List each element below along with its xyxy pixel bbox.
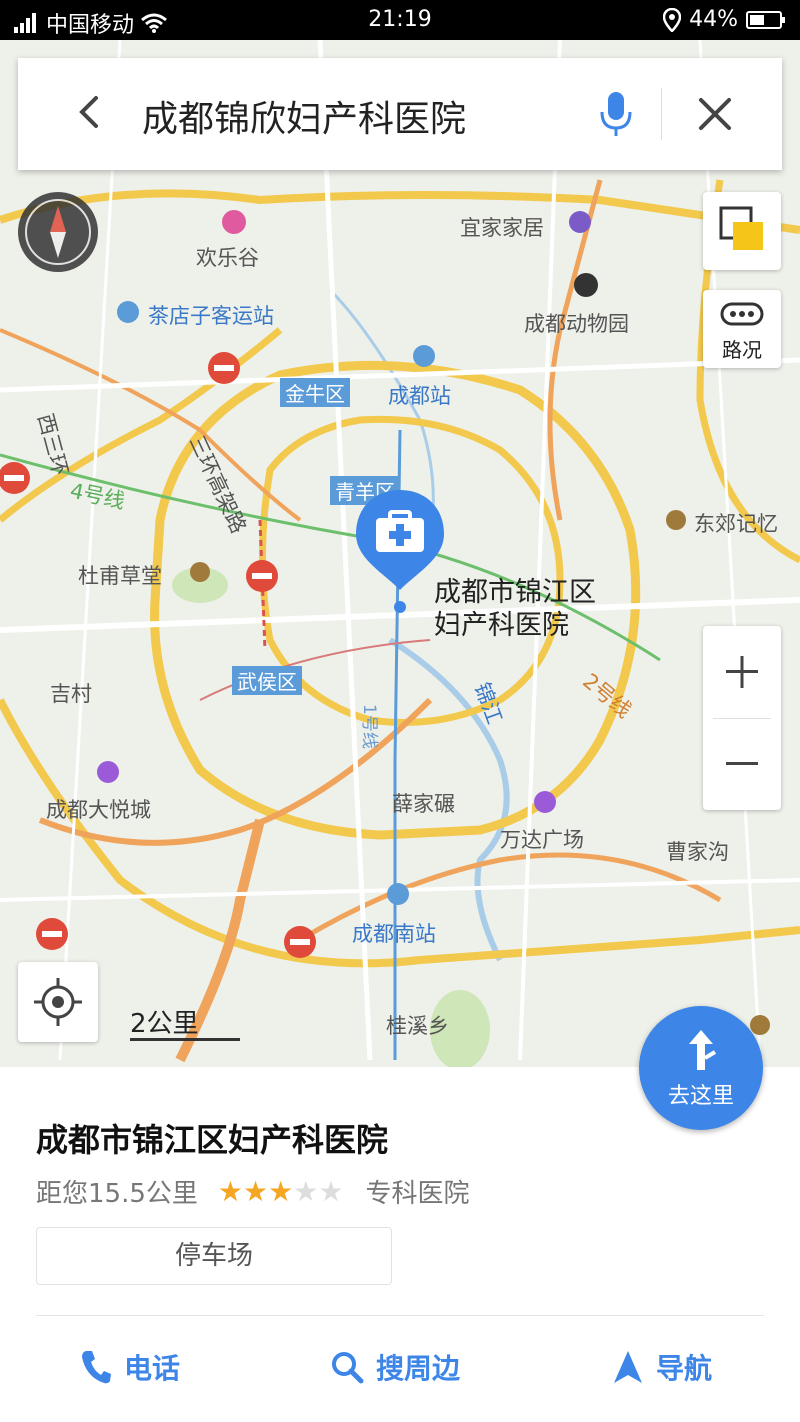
- traffic-label: 路况: [722, 338, 762, 362]
- map-label-dayuecheng: 成都大悦城: [46, 798, 151, 822]
- compass-button[interactable]: [18, 192, 98, 272]
- map-label-wanda: 万达广场: [500, 828, 584, 852]
- traffic-button[interactable]: 路况: [703, 290, 781, 368]
- search-nearby-label: 搜周边: [376, 1352, 461, 1385]
- map-label-caojiagou: 曹家沟: [666, 840, 729, 864]
- map-label-guixixiang: 桂溪乡: [386, 1014, 449, 1038]
- pin-label-line1: 成都市锦江区: [434, 577, 596, 608]
- map-label-jicun: 吉村: [50, 682, 92, 706]
- battery-icon: [746, 10, 785, 29]
- map-label-jinniu: 金牛区: [280, 378, 350, 407]
- star-empty-icon: ★: [318, 1174, 344, 1208]
- battery-percent: 44%: [689, 7, 738, 32]
- close-icon[interactable]: [695, 94, 735, 134]
- search-query[interactable]: 成都锦欣妇产科医院: [142, 90, 466, 142]
- search-separator: [661, 88, 662, 140]
- map-label-zoo: 成都动物园: [524, 312, 629, 336]
- pin-label-line2: 妇产科医院: [434, 610, 569, 641]
- star-filled-icon: ★: [268, 1174, 294, 1208]
- route-arrow-icon: [689, 1030, 717, 1070]
- star-filled-icon: ★: [243, 1174, 269, 1208]
- crosshair-icon: [34, 978, 82, 1026]
- map-label-wuhou: 武侯区: [232, 666, 302, 695]
- parking-tag-button[interactable]: 停车场: [36, 1227, 392, 1285]
- call-label: 电话: [124, 1352, 181, 1385]
- star-empty-icon: ★: [293, 1174, 319, 1208]
- sheet-divider: [36, 1315, 764, 1316]
- map-label-yijiajiaju: 宜家家居: [460, 216, 544, 240]
- go-here-label: 去这里: [667, 1084, 734, 1109]
- microphone-icon[interactable]: [594, 90, 638, 138]
- poi-rating: ★ ★ ★ ★ ★: [217, 1174, 344, 1208]
- go-here-button[interactable]: 去这里: [639, 1006, 763, 1130]
- compass-icon: [25, 199, 91, 265]
- search-nearby-button[interactable]: 搜周边: [330, 1339, 460, 1395]
- map-label-dongjiao: 东郊记忆: [694, 512, 778, 536]
- layers-button[interactable]: [703, 192, 781, 270]
- poi-meta: 距您15.5公里 ★ ★ ★ ★ ★ 专科医院: [36, 1173, 469, 1210]
- locate-me-button[interactable]: [18, 962, 98, 1042]
- zoom-out-button[interactable]: [703, 718, 781, 810]
- map-label-xuejiazui: 薛家碾: [392, 792, 455, 816]
- map-label-chadianzi: 茶店子客运站: [148, 304, 274, 328]
- poi-title: 成都市锦江区妇产科医院: [36, 1121, 389, 1159]
- map-label-dufu: 杜甫草堂: [78, 564, 162, 588]
- call-button[interactable]: 电话: [80, 1339, 180, 1395]
- navigate-button[interactable]: 导航: [612, 1339, 712, 1395]
- plus-icon: [726, 656, 758, 688]
- traffic-icon: [720, 302, 764, 326]
- pin-label: 成都市锦江区 妇产科医院: [434, 576, 596, 642]
- status-bar: 中国移动 21:19 44%: [0, 0, 800, 40]
- minus-icon: [726, 762, 758, 765]
- map-label-chengdu-station: 成都站: [388, 384, 451, 408]
- navigation-arrow-icon: [614, 1351, 642, 1383]
- back-arrow-icon[interactable]: [70, 92, 110, 132]
- poi-distance: 距您15.5公里: [36, 1179, 198, 1209]
- map-label-line1: 1号线: [359, 704, 379, 749]
- layers-icon: [719, 206, 763, 250]
- location-icon: [663, 7, 682, 32]
- map-label-huanlegu: 欢乐谷: [196, 246, 259, 270]
- zoom-in-button[interactable]: [703, 626, 781, 718]
- search-bar: 成都锦欣妇产科医院: [18, 58, 782, 170]
- map-label-south-station: 成都南站: [352, 922, 436, 946]
- navigate-label: 导航: [656, 1352, 713, 1385]
- poi-category: 专科医院: [365, 1179, 470, 1209]
- search-icon: [332, 1352, 364, 1384]
- map-scale-bar: [130, 1038, 240, 1041]
- zoom-controls: [703, 626, 781, 810]
- star-filled-icon: ★: [217, 1174, 244, 1208]
- map-scale-label: 2公里: [130, 1009, 199, 1039]
- phone-icon: [82, 1351, 111, 1384]
